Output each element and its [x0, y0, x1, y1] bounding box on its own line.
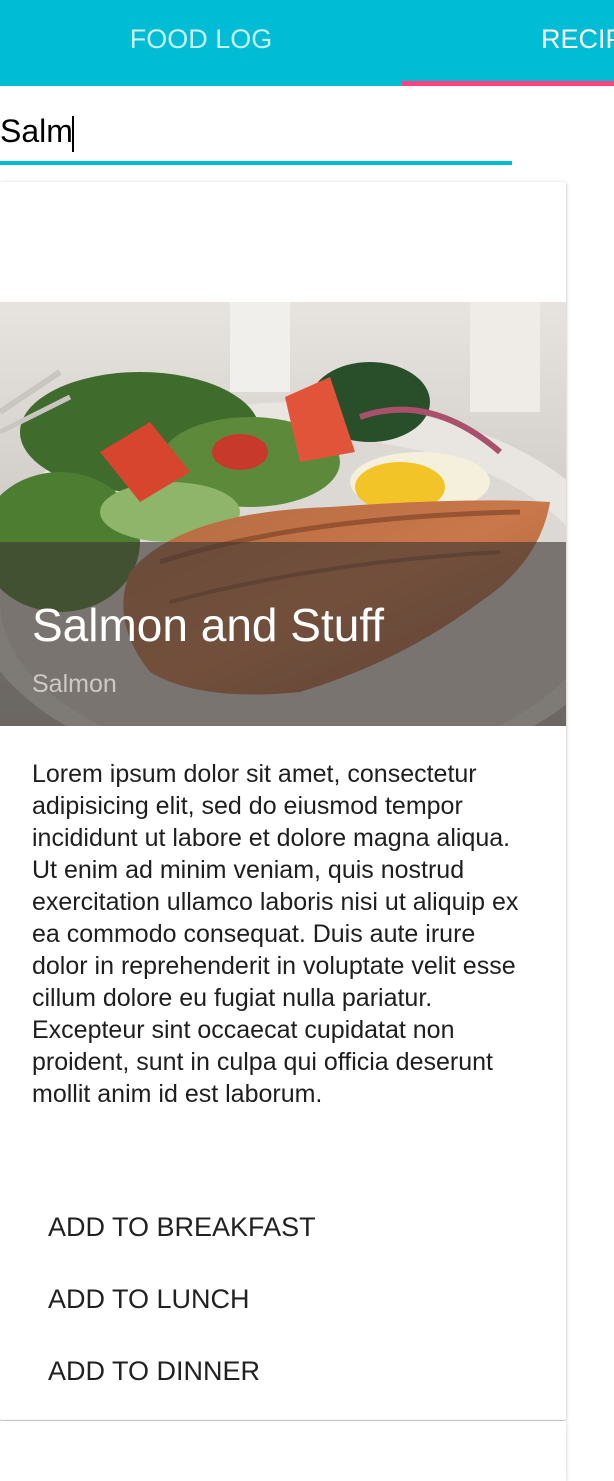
search-input[interactable] — [0, 100, 512, 162]
active-tab-indicator — [402, 81, 614, 86]
recipe-title: Salmon and Stuff — [32, 599, 385, 651]
tab-bar: FOOD LOG RECIPES — [0, 0, 614, 86]
recipe-description: Lorem ipsum dolor sit amet, consectetur … — [32, 760, 519, 1108]
next-recipe-card — [0, 1421, 566, 1481]
recipe-image: Salmon and Stuff Salmon — [0, 302, 566, 726]
add-to-breakfast-button[interactable]: ADD TO BREAKFAST — [32, 1197, 368, 1257]
search-underline — [0, 161, 512, 165]
add-to-dinner-button[interactable]: ADD TO DINNER — [32, 1341, 368, 1401]
search-field[interactable] — [0, 100, 512, 166]
text-caret — [72, 116, 74, 152]
tab-recipes[interactable]: RECIPES — [541, 0, 614, 86]
recipe-subtitle: Salmon — [32, 670, 117, 698]
add-to-lunch-button[interactable]: ADD TO LUNCH — [32, 1269, 368, 1329]
recipe-card: Salmon and Stuff Salmon Lorem ipsum dolo… — [0, 182, 566, 1420]
tab-food-log[interactable]: FOOD LOG — [0, 0, 402, 86]
